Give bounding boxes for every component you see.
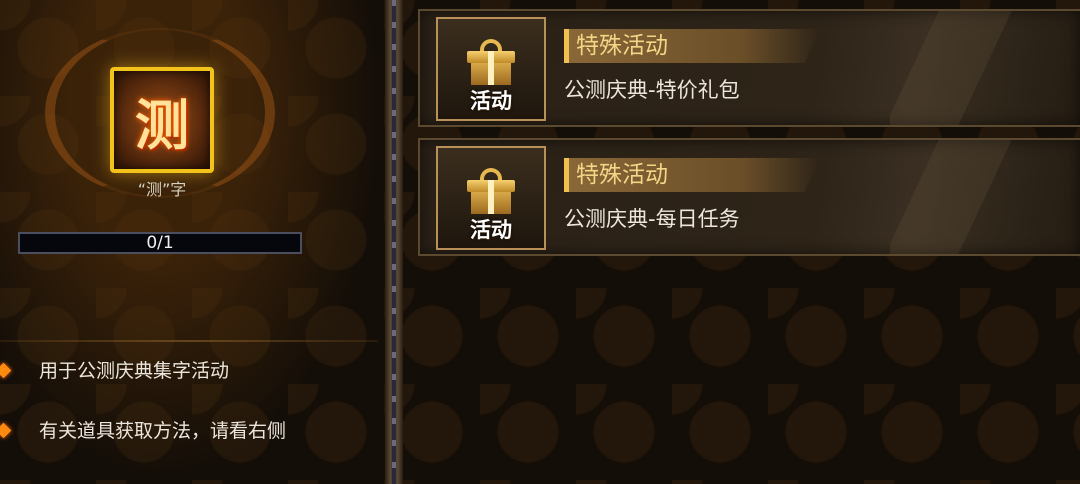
diamond-bullet-icon [0,422,12,439]
card-shine [890,11,1080,125]
item-name: “测”字 [137,180,187,199]
activity-card[interactable]: 活动 特殊活动 公测庆典-特价礼包 [418,9,1080,127]
activity-title: 特殊活动 [576,33,668,59]
item-glyph: 测 [135,92,189,157]
gift-ribbon [488,180,494,214]
description-text: 用于公测庆典集字活动 [39,360,230,382]
diamond-bullet-icon [0,362,12,379]
item-icon[interactable]: 测 [110,67,214,173]
activity-icon-label: 活动 [470,89,512,113]
gift-ribbon [488,51,494,85]
activity-icon: 活动 [436,17,546,121]
card-shine [890,140,1080,254]
item-detail-panel: 测 “测”字 0/1 用于公测庆典集字活动 有关道具获取方法，请看右侧 [0,0,385,484]
progress-bar: 0/1 [18,232,302,254]
divider [0,340,378,342]
activity-icon: 活动 [436,146,546,250]
activity-icon-label: 活动 [470,218,512,242]
activity-subtitle: 公测庆典-每日任务 [564,207,740,231]
progress-text: 0/1 [146,233,174,253]
description-text: 有关道具获取方法，请看右侧 [39,420,287,442]
activity-card[interactable]: 活动 特殊活动 公测庆典-每日任务 [418,138,1080,256]
activity-title: 特殊活动 [576,162,668,188]
activity-subtitle: 公测庆典-特价礼包 [564,78,740,102]
panel-separator [385,0,403,484]
